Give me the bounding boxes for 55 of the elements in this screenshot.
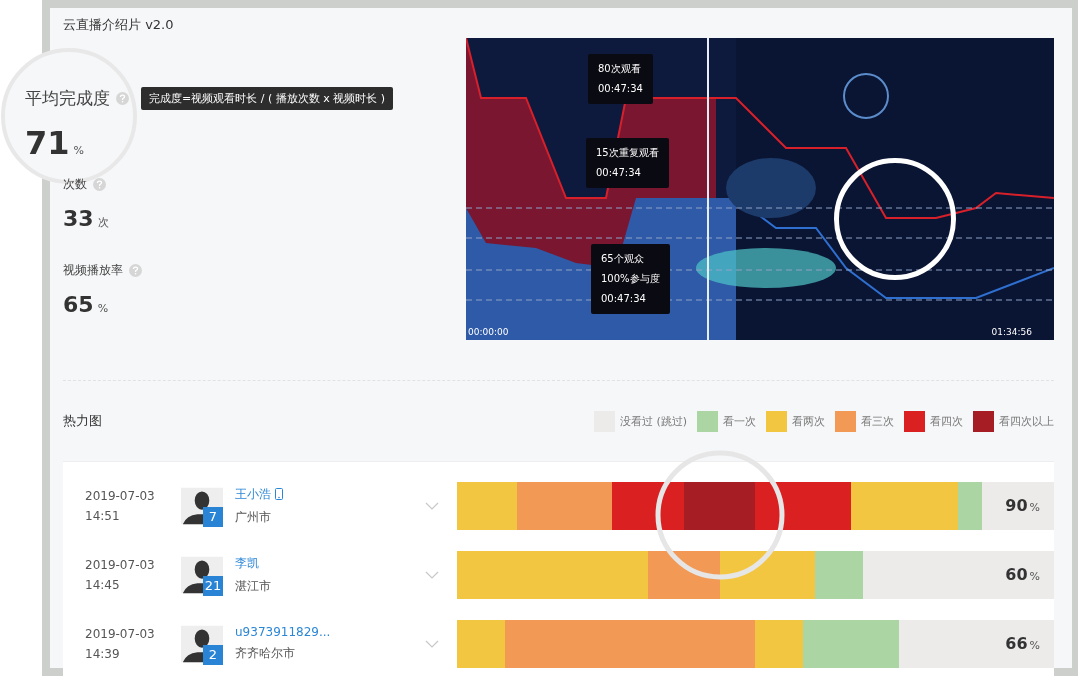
- playhead-line[interactable]: [707, 38, 709, 340]
- stat-unit: 次: [97, 215, 109, 230]
- percent-value: 66: [1005, 634, 1028, 653]
- legend-label: 看四次: [930, 413, 963, 429]
- stat-value: 65: [63, 292, 94, 317]
- start-time: 00:00:00: [468, 327, 509, 337]
- help-icon[interactable]: [129, 263, 142, 277]
- time-text: 14:45: [85, 577, 121, 592]
- video-title: 云直播介绍片 v2.0: [63, 16, 175, 34]
- tooltip-line: 00:47:34: [598, 82, 643, 96]
- percent-unit: %: [1029, 501, 1040, 514]
- percent-unit: %: [1029, 639, 1040, 652]
- date-text: 2019-07-03: [85, 557, 156, 572]
- expand-chevron-icon[interactable]: [425, 570, 439, 579]
- stat-value: 71: [25, 124, 70, 162]
- stat-unit: %: [73, 144, 84, 157]
- tooltip-line: 00:47:34: [596, 166, 642, 180]
- expand-chevron-icon[interactable]: [425, 639, 439, 648]
- tooltip: 完成度=视频观看时长 / ( 播放次数 x 视频时长 ): [141, 86, 393, 110]
- user-name-link[interactable]: u9373911829...: [235, 625, 331, 639]
- time-text: 14:51: [85, 508, 121, 523]
- legend-label: 看一次: [723, 413, 756, 429]
- help-icon[interactable]: [93, 177, 106, 191]
- stat-label: 平均完成度: [25, 86, 110, 110]
- city-text: 广州市: [235, 508, 272, 526]
- stat-label: 次数: [63, 175, 87, 193]
- percent-value: 90: [1005, 496, 1028, 515]
- tooltip-line: 65个观众: [601, 252, 645, 266]
- stat-unit: %: [97, 302, 109, 315]
- time-text: 14:39: [85, 646, 121, 661]
- tooltip-line: 00:47:34: [601, 292, 647, 306]
- user-name-link[interactable]: 李凯: [235, 554, 259, 572]
- count-badge: 21: [203, 575, 223, 596]
- percent-unit: %: [1029, 570, 1040, 583]
- tooltip-line: 15次重复观看: [596, 146, 659, 160]
- stat-label: 视频播放率: [63, 261, 123, 279]
- count-badge: 2: [203, 644, 223, 665]
- stat-value: 33: [63, 206, 94, 231]
- legend-label: 看两次: [792, 413, 825, 429]
- city-text: 齐齐哈尔市: [235, 645, 296, 662]
- count-badge: 7: [203, 506, 223, 527]
- tooltip-line: 100%参与度: [601, 272, 660, 286]
- legend-label: 看三次: [861, 413, 894, 429]
- percent-value: 60: [1005, 565, 1028, 584]
- date-text: 2019-07-03: [85, 626, 156, 641]
- section-title: 热力图: [63, 412, 102, 430]
- help-icon[interactable]: [116, 91, 129, 105]
- tooltip-line: 80次观看: [598, 62, 642, 76]
- user-name-link[interactable]: 王小浩: [235, 485, 271, 503]
- legend-label: 看四次以上: [999, 413, 1054, 429]
- city-text: 湛江市: [235, 577, 272, 595]
- expand-chevron-icon[interactable]: [425, 501, 439, 510]
- legend-label: 没看过 (跳过): [619, 413, 687, 429]
- date-text: 2019-07-03: [85, 488, 156, 503]
- end-time: 01:34:56: [991, 327, 1032, 337]
